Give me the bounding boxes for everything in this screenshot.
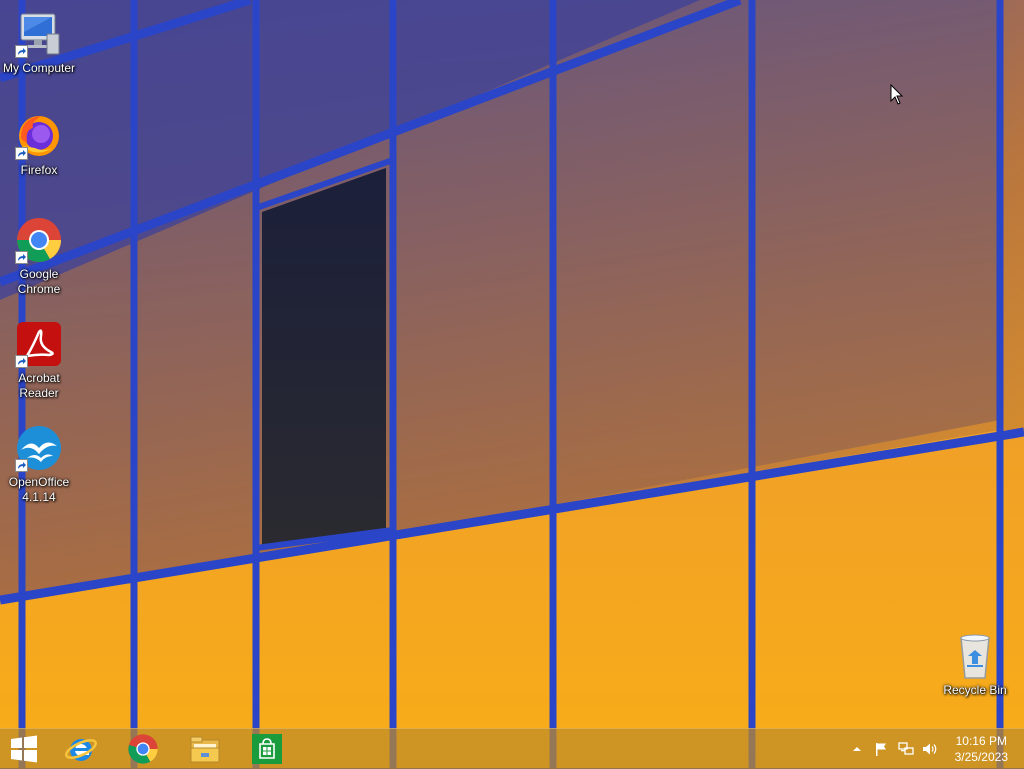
system-clock[interactable]: 10:16 PM 3/25/2023 — [955, 733, 1008, 765]
my-computer-icon — [15, 10, 63, 58]
show-hidden-icons-chevron-icon — [853, 747, 861, 751]
internet-explorer-icon — [65, 739, 97, 761]
chrome-icon — [128, 734, 158, 764]
clock-date: 3/25/2023 — [954, 750, 1008, 764]
network-button[interactable] — [895, 729, 917, 769]
start-button[interactable] — [0, 729, 48, 769]
shortcut-arrow-icon — [15, 459, 28, 472]
taskbar-file-explorer[interactable] — [178, 729, 232, 769]
windows-logo-icon — [11, 735, 37, 763]
shortcut-arrow-icon — [15, 147, 28, 160]
desktop-icon-firefox[interactable]: Firefox — [0, 112, 78, 178]
chrome-icon — [15, 216, 63, 264]
desktop-icon-openoffice[interactable]: OpenOffice 4.1.14 — [0, 424, 78, 505]
store-icon — [252, 734, 282, 764]
shortcut-arrow-icon — [15, 355, 28, 368]
desktop-icon-my-computer[interactable]: My Computer — [0, 10, 78, 76]
desktop-icon-label: My Computer — [2, 61, 76, 75]
desktop-icon-label: Firefox — [20, 163, 58, 177]
desktop-icon-label: Recycle Bin — [943, 683, 1007, 697]
taskbar: 10:16 PM 3/25/2023 — [0, 728, 1024, 769]
desktop-icon-acrobat-reader[interactable]: Acrobat Reader — [0, 320, 78, 401]
volume-icon — [923, 743, 937, 755]
recycle-bin-icon — [951, 632, 999, 680]
desktop-icon-label: OpenOffice 4.1.14 — [8, 475, 70, 504]
openoffice-icon — [15, 424, 63, 472]
firefox-icon — [15, 112, 63, 160]
folder-icon — [190, 736, 220, 763]
action-center-button[interactable] — [871, 729, 891, 769]
show-hidden-icons-button[interactable] — [848, 729, 866, 769]
acrobat-reader-icon — [15, 320, 63, 368]
taskbar-internet-explorer[interactable] — [54, 729, 108, 769]
clock-time: 10:16 PM — [955, 734, 1007, 748]
action-center-flag-icon — [876, 743, 886, 756]
volume-button[interactable] — [919, 729, 941, 769]
taskbar-google-chrome[interactable] — [116, 729, 170, 769]
network-icon — [898, 742, 914, 755]
desktop-icon-label: Google Chrome — [17, 267, 61, 296]
shortcut-arrow-icon — [15, 251, 28, 264]
shortcut-arrow-icon — [15, 45, 28, 58]
desktop-icon-label: Acrobat Reader — [18, 371, 60, 400]
desktop-icon-recycle-bin[interactable]: Recycle Bin — [936, 632, 1014, 698]
desktop-wallpaper — [0, 0, 1024, 768]
mouse-pointer-icon — [890, 84, 904, 105]
desktop-icon-google-chrome[interactable]: Google Chrome — [0, 216, 78, 297]
taskbar-store[interactable] — [240, 729, 294, 769]
